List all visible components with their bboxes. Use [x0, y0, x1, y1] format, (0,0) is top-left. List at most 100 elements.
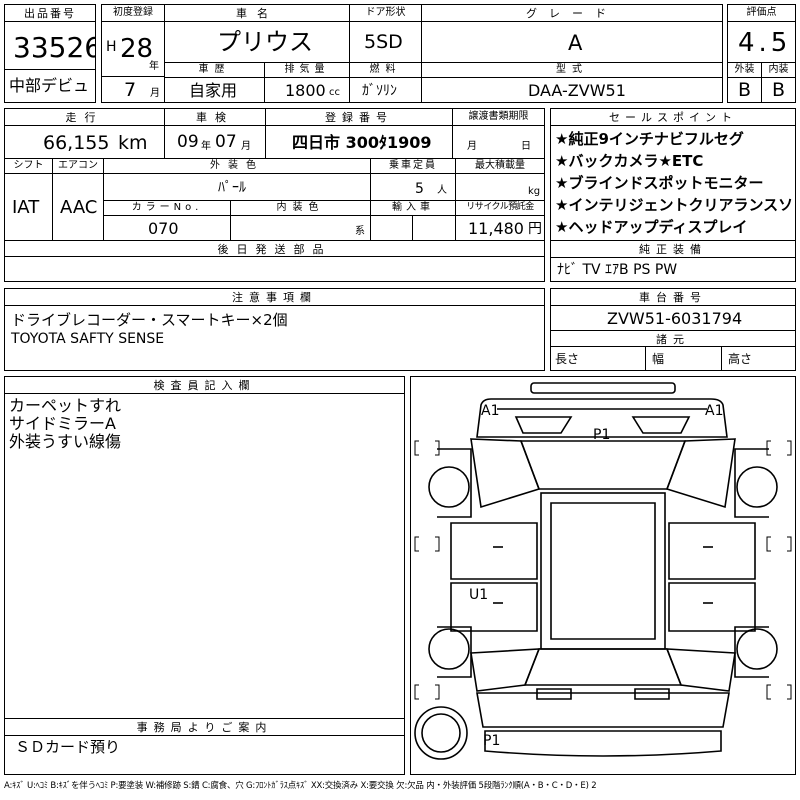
first-reg-label-cell: 初度登録: [101, 4, 165, 22]
import-cell-b: [412, 215, 456, 241]
door-cell: 5SD: [349, 21, 422, 63]
dims-label: 諸元: [656, 333, 690, 346]
displacement-cell: 1800 cc: [264, 77, 350, 103]
damage-p1-rear: P1: [483, 733, 500, 749]
office-value: ＳＤカード預り: [15, 738, 121, 756]
damage-a1-right: A1: [705, 403, 723, 419]
color-no-cell: 070: [103, 215, 231, 241]
shift-label-cell: シフト: [4, 158, 53, 174]
dims-height-label: 高さ: [728, 352, 753, 366]
lot-number-cell: 33526: [4, 21, 96, 70]
door-label: ドア形状: [365, 7, 406, 18]
exterior-grade-cell: B: [727, 77, 762, 103]
inspector-line-2: サイドミラーA: [9, 414, 116, 433]
history-label-cell: 車歴: [164, 62, 265, 78]
score-label: 評価点: [746, 7, 777, 18]
first-reg-year-cell: H 28 年: [101, 21, 165, 77]
displacement-label-cell: 排気量: [264, 62, 350, 78]
exterior-grade-label: 外装: [734, 64, 755, 75]
lot-number: 33526: [13, 31, 96, 64]
office-label: 事務局よりご案内: [136, 721, 273, 734]
car-diagram: A1 A1 P1 U1 P1: [414, 382, 792, 760]
inspection-label: 車検: [196, 111, 234, 124]
inspection-month: 07: [215, 132, 237, 152]
chassis-label: 車台番号: [639, 291, 707, 304]
exterior-color-value: ﾊﾟｰﾙ: [218, 180, 246, 196]
mileage-value: 66,155: [43, 132, 110, 154]
sales-point-3: ★ブラインドスポットモニター: [555, 174, 764, 192]
sales-point-4: ★インテリジェントクリアランスソ: [555, 196, 794, 214]
first-reg-month-cell: 7 月: [101, 76, 165, 103]
fuel-value: ｶﾞｿﾘﾝ: [362, 83, 397, 99]
lot-label: 出品番号: [24, 7, 76, 20]
grade-label-cell: グレード: [421, 4, 723, 22]
note-line-2: TOYOTA SAFTY SENSE: [11, 331, 165, 347]
year-unit: 年: [149, 61, 159, 72]
inspector-label: 検査員記入欄: [153, 379, 256, 392]
sales-points-label: セールスポイント: [609, 111, 737, 124]
transfer-label-cell: 譲渡書類期限: [452, 108, 545, 126]
score-value: 4.5: [738, 28, 792, 58]
month-unit: 月: [150, 88, 160, 99]
plate-cell: 四日市 300ﾀ1909: [265, 125, 453, 159]
mileage-cell: 66,155 km: [4, 125, 165, 159]
sales-point-2: ★バックカメラ★ETC: [555, 152, 704, 170]
import-cell-a: [370, 215, 413, 241]
capacity-unit: 人: [437, 185, 447, 196]
car-diagram-frame: A1 A1 P1 U1 P1: [410, 376, 796, 775]
transfer-day-unit: 日: [521, 141, 531, 152]
exterior-grade-label-cell: 外装: [727, 62, 762, 78]
inspection-month-unit: 月: [241, 141, 251, 152]
office-label-cell: 事務局よりご案内: [4, 718, 405, 736]
mileage-label: 走行: [65, 111, 104, 124]
plate-number: 四日市 300ﾀ1909: [292, 133, 432, 152]
capacity-value: 5: [415, 181, 424, 197]
interior-color-cell: 系: [230, 215, 371, 241]
car-name-label-cell: 車名: [164, 4, 350, 22]
later-parts-label-cell: 後日発送部品: [4, 240, 545, 257]
notes-cell: ドライブレコーダー・スマートキー×2個 TOYOTA SAFTY SENSE: [4, 305, 545, 371]
ac-cell: AAC: [52, 173, 104, 241]
later-parts-label: 後日発送部品: [217, 243, 332, 256]
interior-grade-cell: B: [761, 77, 796, 103]
displacement-label: 排気量: [284, 64, 330, 75]
plate-label: 登録番号: [325, 111, 393, 124]
dims-label-cell: 諸元: [550, 330, 796, 347]
color-no-value: 070: [148, 219, 179, 238]
import-label-cell: 輸入車: [370, 200, 456, 216]
recycle-value: 11,480: [468, 219, 524, 238]
inspection-year: 09: [177, 132, 199, 152]
corner-name: 中部デビュ: [9, 76, 90, 95]
exterior-color-label-cell: 外装色: [103, 158, 371, 174]
load-label: 最大積載量: [475, 160, 525, 171]
transfer-month-unit: 月: [467, 141, 477, 152]
dims-height-cell: 高さ: [721, 346, 796, 371]
equipment-value: ﾅﾋﾞ TV ｴｱB PS PW: [557, 262, 678, 278]
first-reg-label: 初度登録: [113, 7, 153, 18]
fuel-label: 燃料: [369, 64, 402, 75]
dims-length-cell: 長さ: [550, 346, 646, 371]
sales-point-1: ★純正9インチナビフルセグ: [555, 130, 744, 148]
recycle-label: リサイクル預託金: [466, 202, 534, 212]
chassis-cell: ZVW51-6031794: [550, 305, 796, 331]
shift-cell: IAT: [4, 173, 53, 241]
inspection-year-unit: 年: [201, 141, 211, 152]
sales-points-label-cell: セールスポイント: [550, 108, 796, 126]
mileage-label-cell: 走行: [4, 108, 165, 126]
plate-label-cell: 登録番号: [265, 108, 453, 126]
capacity-label: 乗車定員: [389, 160, 437, 171]
interior-grade-label: 内装: [768, 64, 789, 75]
shift-label: シフト: [13, 160, 44, 171]
inspector-cell: カーペットすれ サイドミラーA 外装うすい線傷: [4, 393, 405, 719]
inspector-label-cell: 検査員記入欄: [4, 376, 405, 394]
interior-color-unit: 系: [355, 226, 365, 237]
door-label-cell: ドア形状: [349, 4, 422, 22]
model-label-cell: 型式: [421, 62, 723, 78]
score-label-cell: 評価点: [727, 4, 796, 22]
lot-label-cell: 出品番号: [4, 4, 96, 22]
model-label: 型式: [556, 64, 588, 75]
inspection-cell: 09 年 07 月: [164, 125, 266, 159]
first-reg-month: 7: [124, 79, 137, 101]
damage-a1-left: A1: [481, 403, 499, 419]
interior-color-label: 内装色: [276, 202, 325, 213]
